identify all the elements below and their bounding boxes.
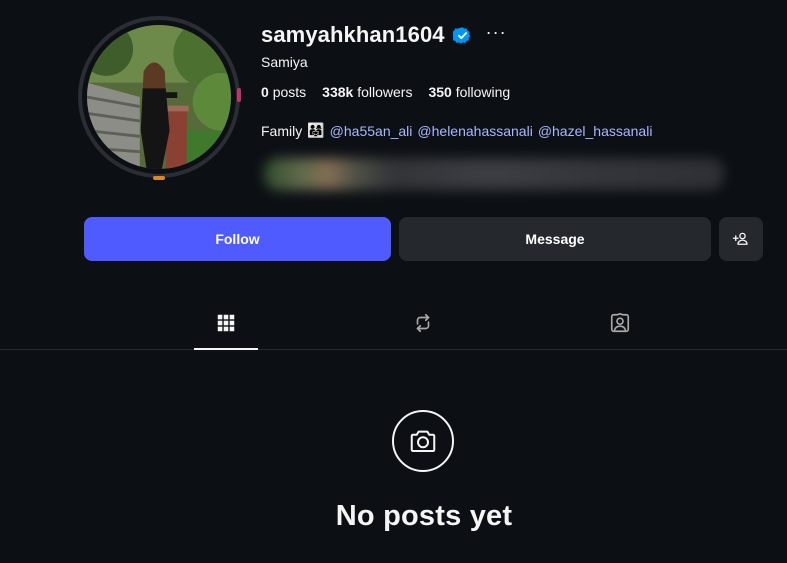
blurred-followed-by (264, 158, 724, 190)
followers-label: followers (357, 84, 413, 100)
more-options-icon[interactable]: ··· (486, 23, 507, 41)
profile-tabs (0, 300, 787, 350)
mention-link[interactable]: @hazel_hassanali (538, 123, 653, 139)
grid-icon (217, 314, 235, 332)
repost-icon (416, 313, 430, 333)
avatar-image (82, 20, 236, 174)
empty-state-camera (392, 410, 454, 472)
tagged-icon (610, 313, 630, 333)
following-count: 350 (428, 84, 452, 100)
mention-link[interactable]: @helenahassanali (417, 123, 532, 139)
username-row: samyahkhan1604 ··· (261, 20, 507, 50)
followers-stat[interactable]: 338k followers (322, 84, 412, 100)
avatar[interactable] (78, 16, 240, 178)
followers-count: 338k (322, 84, 354, 100)
family-emoji: 👨‍👩‍👧 (307, 122, 325, 138)
story-ring-accent (153, 176, 165, 180)
username: samyahkhan1604 (261, 22, 445, 47)
tab-reposts[interactable] (391, 312, 455, 350)
verified-badge-icon (451, 26, 472, 45)
story-ring-accent (237, 88, 241, 102)
bio-text: Family (261, 122, 303, 139)
bio: Family 👨‍👩‍👧 @ha55an_ali @helenahassanal… (261, 122, 652, 139)
profile-stats: 0 posts 338k followers 350 following (261, 84, 510, 100)
posts-count: 0 (261, 84, 269, 100)
empty-state-title: No posts yet (335, 500, 513, 532)
full-name: Samiya (261, 54, 308, 70)
tab-tagged[interactable] (588, 312, 652, 350)
profile-page: samyahkhan1604 ··· Samiya 0 posts 338k f… (0, 0, 787, 563)
following-label: following (455, 84, 511, 100)
posts-stat: 0 posts (261, 84, 306, 100)
following-stat[interactable]: 350 following (428, 84, 510, 100)
posts-label: posts (272, 84, 307, 100)
camera-icon (410, 430, 436, 452)
mention-link[interactable]: @ha55an_ali (330, 123, 413, 139)
add-person-icon (732, 232, 748, 245)
tab-posts[interactable] (194, 312, 258, 350)
follow-button[interactable]: Follow (84, 217, 391, 261)
message-button[interactable]: Message (399, 217, 711, 261)
add-user-button[interactable] (719, 217, 763, 261)
